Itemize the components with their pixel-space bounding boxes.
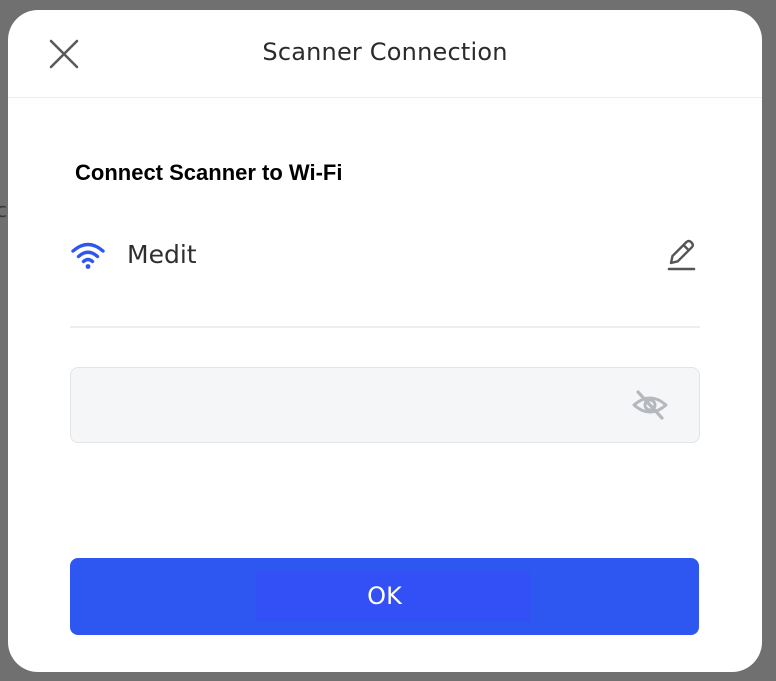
password-input[interactable] <box>87 386 611 426</box>
toggle-password-visibility-button[interactable] <box>631 389 669 421</box>
scanner-connection-dialog: Scanner Connection Connect Scanner to Wi… <box>8 10 762 672</box>
dialog-header: Scanner Connection <box>8 10 762 98</box>
section-title: Connect Scanner to Wi-Fi <box>75 160 343 185</box>
network-name: Medit <box>127 240 197 269</box>
eye-off-icon <box>632 390 668 420</box>
password-field <box>70 367 700 443</box>
dialog-title: Scanner Connection <box>262 38 508 66</box>
ok-button-label: OK <box>367 582 402 610</box>
ok-button[interactable]: OK <box>70 558 699 635</box>
background-partial-text: c <box>0 198 7 222</box>
wifi-icon <box>71 242 105 269</box>
edit-network-button[interactable] <box>662 236 700 274</box>
pencil-icon <box>667 239 696 271</box>
wifi-network-row: Medit <box>70 226 700 328</box>
